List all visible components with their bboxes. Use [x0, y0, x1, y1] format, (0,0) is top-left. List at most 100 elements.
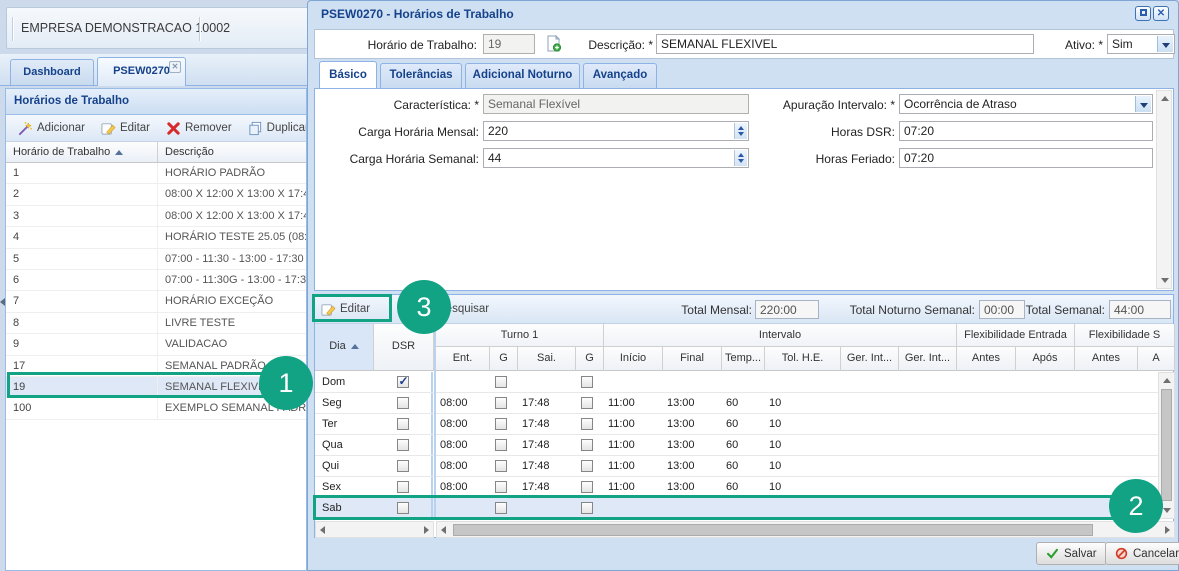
horario-input[interactable]: 19 — [483, 34, 535, 54]
g-checkbox[interactable] — [581, 439, 593, 451]
g-checkbox[interactable] — [581, 397, 593, 409]
column-header-horario[interactable]: Horário de Trabalho — [6, 142, 158, 162]
tab-dashboard[interactable]: Dashboard — [10, 59, 94, 85]
apuracao-select[interactable]: Ocorrência de Atraso — [899, 94, 1153, 114]
maximize-button[interactable] — [1135, 6, 1151, 21]
g-checkbox[interactable] — [495, 502, 507, 514]
column-header-g[interactable]: G — [490, 347, 518, 371]
day-row[interactable]: Qui 08:00 17:48 11:00 13:00 60 10 — [315, 456, 1158, 477]
day-row[interactable]: Sex 08:00 17:48 11:00 13:00 60 10 — [315, 477, 1158, 498]
schedule-row[interactable]: 8 LIVRE TESTE — [6, 313, 306, 334]
tab-avancado[interactable]: Avançado — [583, 63, 657, 88]
tab-tolerancias[interactable]: Tolerâncias — [380, 63, 462, 88]
grid-editar-button[interactable]: Editar — [321, 298, 370, 320]
tab-psew0270[interactable]: PSEW0270 ✕ — [97, 57, 186, 86]
g-checkbox[interactable] — [581, 481, 593, 493]
carga-semanal-input[interactable]: 44 — [483, 148, 749, 168]
tab-content-scrollbar[interactable] — [1156, 90, 1172, 289]
g-checkbox[interactable] — [495, 376, 507, 388]
column-header-ger-int[interactable]: Ger. Int... — [899, 347, 957, 371]
g-checkbox[interactable] — [581, 460, 593, 472]
day-row[interactable]: Seg 08:00 17:48 11:00 13:00 60 10 — [315, 393, 1158, 414]
schedule-row[interactable]: 100 EXEMPLO SEMANAL PADRÃO — [6, 398, 306, 419]
schedule-row[interactable]: 5 07:00 - 11:30 - 13:00 - 17:30 — [6, 249, 306, 270]
total-semanal-label: Total Semanal: — [1015, 303, 1105, 317]
column-header-fs-antes[interactable]: Antes — [1075, 347, 1138, 371]
scroll-right-icon[interactable] — [424, 526, 429, 534]
day-row[interactable]: Sab — [315, 498, 1158, 519]
scroll-down-icon[interactable] — [1163, 508, 1171, 513]
frozen-hscrollbar[interactable] — [315, 521, 434, 538]
column-header-temp[interactable]: Temp... — [722, 347, 765, 371]
dsr-checkbox[interactable] — [397, 502, 409, 514]
g-checkbox[interactable] — [581, 376, 593, 388]
column-header-dia[interactable]: Dia — [315, 324, 374, 371]
column-header-fe-apos[interactable]: Após — [1016, 347, 1075, 371]
column-header-ent[interactable]: Ent. — [436, 347, 490, 371]
day-row[interactable]: Qua 08:00 17:48 11:00 13:00 60 10 — [315, 435, 1158, 456]
horas-dsr-input[interactable]: 07:20 — [899, 121, 1153, 141]
schedule-row[interactable]: 1 HORÁRIO PADRÃO — [6, 163, 306, 184]
scroll-right-icon[interactable] — [1165, 526, 1170, 534]
g-checkbox[interactable] — [495, 439, 507, 451]
dsr-checkbox[interactable] — [397, 418, 409, 430]
column-header-final[interactable]: Final — [663, 347, 722, 371]
chevron-down-icon[interactable] — [1157, 36, 1173, 52]
salvar-button[interactable]: Salvar — [1036, 542, 1107, 565]
column-header-g[interactable]: G — [576, 347, 604, 371]
dsr-checkbox[interactable] — [397, 397, 409, 409]
scroll-up-icon[interactable] — [1163, 378, 1171, 383]
g-checkbox[interactable] — [495, 418, 507, 430]
g-checkbox[interactable] — [495, 397, 507, 409]
tab-adicional-noturno[interactable]: Adicional Noturno — [465, 63, 580, 88]
dsr-checkbox[interactable] — [397, 376, 409, 388]
day-row[interactable]: Dom — [315, 372, 1158, 393]
schedule-row[interactable]: 9 VALIDACAO — [6, 334, 306, 355]
collapse-arrow-icon[interactable] — [0, 298, 5, 306]
scroll-down-icon[interactable] — [1161, 278, 1169, 283]
cell-dia: Sex — [315, 477, 374, 497]
duplicar-button[interactable]: Duplicar — [242, 118, 306, 139]
adicionar-button[interactable]: Adicionar — [12, 118, 91, 139]
scroll-left-icon[interactable] — [320, 526, 325, 534]
cell-dsr — [374, 372, 433, 392]
new-document-icon[interactable] — [545, 35, 562, 55]
column-header-tol-he[interactable]: Tol. H.E. — [765, 347, 841, 371]
column-header-sai[interactable]: Sai. — [518, 347, 576, 371]
schedule-row[interactable]: 4 HORÁRIO TESTE 25.05 (08:00 — [6, 227, 306, 248]
g-checkbox[interactable] — [495, 481, 507, 493]
cancelar-button[interactable]: Cancelar — [1105, 542, 1179, 565]
descricao-input[interactable]: SEMANAL FLEXIVEL — [656, 34, 1034, 54]
column-header-fs-cut[interactable]: A — [1138, 347, 1175, 371]
hscroll-thumb[interactable] — [453, 524, 1093, 536]
dsr-checkbox[interactable] — [397, 460, 409, 472]
g-checkbox[interactable] — [495, 460, 507, 472]
horas-feriado-input[interactable]: 07:20 — [899, 148, 1153, 168]
editar-button[interactable]: Editar — [95, 118, 156, 139]
vscroll-thumb[interactable] — [1161, 389, 1172, 501]
close-button[interactable]: ✕ — [1153, 6, 1169, 21]
schedule-row[interactable]: 2 08:00 X 12:00 X 13:00 X 17:48 — [6, 184, 306, 205]
scroll-up-icon[interactable] — [1161, 96, 1169, 101]
column-header-inicio[interactable]: Início — [604, 347, 663, 371]
carga-mensal-input[interactable]: 220 — [483, 121, 749, 141]
g-checkbox[interactable] — [581, 502, 593, 514]
tab-close-icon[interactable]: ✕ — [169, 61, 181, 73]
dsr-checkbox[interactable] — [397, 481, 409, 493]
column-header-fe-antes[interactable]: Antes — [957, 347, 1016, 371]
column-header-descricao[interactable]: Descrição — [158, 142, 306, 162]
g-checkbox[interactable] — [581, 418, 593, 430]
schedule-row[interactable]: 3 08:00 X 12:00 X 13:00 X 17:48 — [6, 206, 306, 227]
day-grid-hscrollbar[interactable] — [436, 521, 1175, 538]
dsr-checkbox[interactable] — [397, 439, 409, 451]
schedule-row[interactable]: 6 07:00 - 11:30G - 13:00 - 17:30 — [6, 270, 306, 291]
scroll-left-icon[interactable] — [441, 526, 446, 534]
tab-basico[interactable]: Básico — [319, 61, 377, 88]
caracteristica-input[interactable]: Semanal Flexível — [483, 94, 749, 114]
ativo-select[interactable]: Sim — [1107, 34, 1175, 54]
chevron-down-icon[interactable] — [1135, 96, 1151, 112]
column-header-ger-int[interactable]: Ger. Int... — [841, 347, 899, 371]
schedule-row[interactable]: 7 HORÁRIO EXCEÇÃO — [6, 291, 306, 312]
day-row[interactable]: Ter 08:00 17:48 11:00 13:00 60 10 — [315, 414, 1158, 435]
remover-button[interactable]: Remover — [160, 118, 238, 139]
